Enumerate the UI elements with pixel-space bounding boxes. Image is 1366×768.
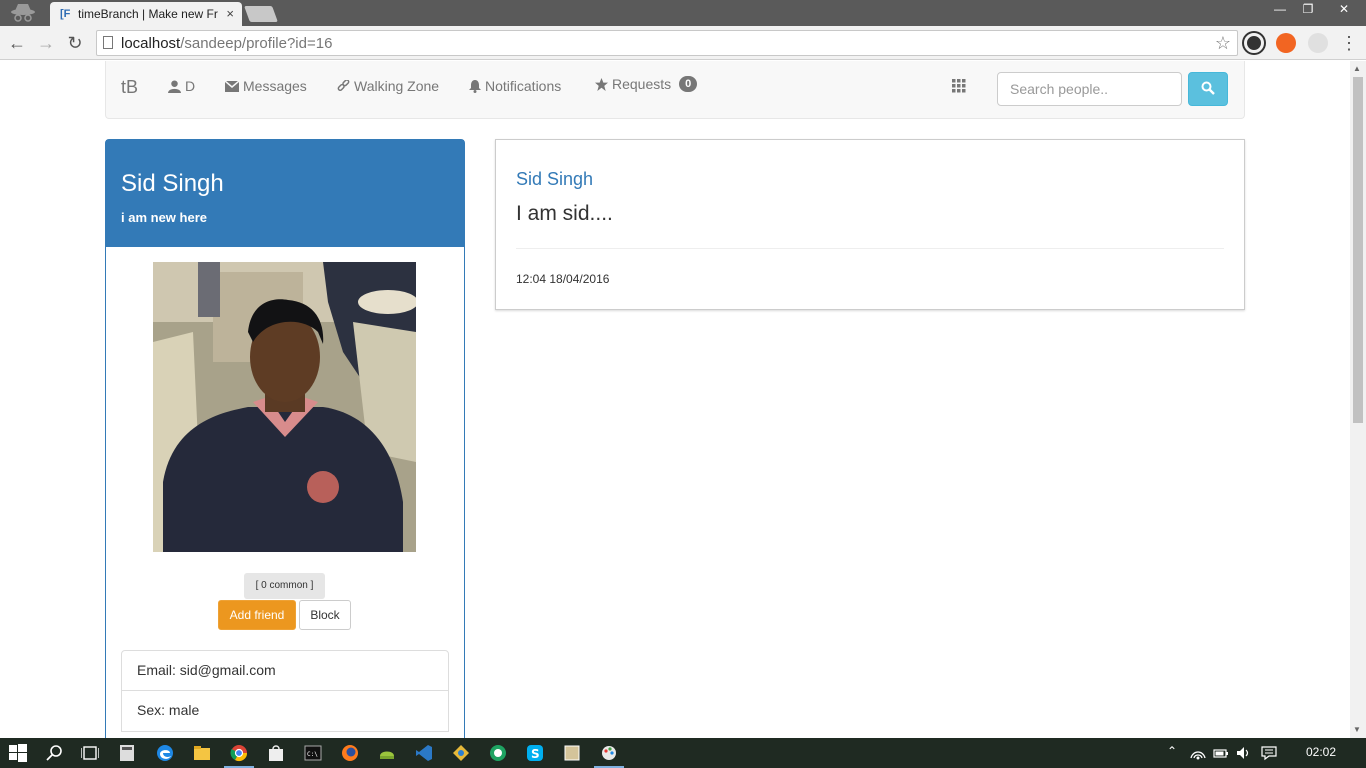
chrome-app-icon[interactable] xyxy=(489,744,507,762)
star-icon xyxy=(595,77,608,91)
browser-toolbar: ← → ↻ localhost/sandeep/profile?id=16 ☆ … xyxy=(0,26,1366,60)
nav-walking-zone[interactable]: Walking Zone xyxy=(337,78,439,94)
taskbar-clock[interactable]: 02:02 xyxy=(1306,745,1336,759)
post-text: I am sid.... xyxy=(516,202,613,225)
file-explorer-icon[interactable] xyxy=(193,744,211,762)
url-path: /sandeep/profile?id=16 xyxy=(180,35,333,52)
info-email: Email: sid@gmail.com xyxy=(121,650,449,691)
address-bar[interactable]: localhost/sandeep/profile?id=16 ☆ xyxy=(96,30,1238,56)
extension-gray-icon[interactable] xyxy=(1308,33,1328,53)
page-scrollbar[interactable]: ▲ ▼ xyxy=(1350,61,1366,738)
calculator-icon[interactable] xyxy=(118,744,136,762)
profile-panel: Sid Singh i am new here [ 0 common ] Add… xyxy=(105,139,465,738)
post-timestamp: 12:04 18/04/2016 xyxy=(516,272,610,286)
new-tab-button[interactable] xyxy=(244,6,278,22)
browser-titlebar: [F timeBranch | Make new Fr × — ❐ ✕ xyxy=(0,0,1366,26)
firefox-icon[interactable] xyxy=(341,744,359,762)
profile-status: i am new here xyxy=(121,210,207,225)
search-icon xyxy=(1201,81,1215,95)
tab-title: timeBranch | Make new Fr xyxy=(78,7,218,21)
paint-icon[interactable] xyxy=(600,744,618,762)
store-icon[interactable] xyxy=(267,744,285,762)
windows-taskbar: C:\ S ⌃ 02:02 xyxy=(0,738,1366,768)
scrollbar-thumb[interactable] xyxy=(1353,77,1363,423)
nav-messages[interactable]: Messages xyxy=(225,78,307,94)
info-sex: Sex: male xyxy=(121,691,449,732)
nav-walking-zone-label: Walking Zone xyxy=(354,78,440,94)
nav-requests-label: Requests xyxy=(612,76,672,92)
window-close-icon[interactable]: ✕ xyxy=(1322,0,1366,18)
forward-icon[interactable]: → xyxy=(35,32,57,54)
block-button[interactable]: Block xyxy=(299,600,351,630)
battery-icon[interactable] xyxy=(1213,744,1229,762)
post-author-link[interactable]: Sid Singh xyxy=(516,169,593,190)
common-friends-badge[interactable]: [ 0 common ] xyxy=(244,573,325,599)
post-divider xyxy=(516,248,1224,249)
volume-icon[interactable] xyxy=(1236,744,1252,762)
user-icon xyxy=(168,79,181,93)
profile-name: Sid Singh xyxy=(121,170,224,197)
search-taskbar-icon[interactable] xyxy=(46,744,64,762)
action-center-icon[interactable] xyxy=(1261,744,1277,762)
nav-user-label: D xyxy=(185,78,196,94)
envelope-icon xyxy=(225,80,239,92)
search-button[interactable] xyxy=(1188,72,1228,106)
sourcetree-icon[interactable] xyxy=(452,744,470,762)
nav-requests[interactable]: Requests 0 xyxy=(595,76,698,92)
wifi-icon[interactable] xyxy=(1190,744,1206,762)
browser-tab[interactable]: [F timeBranch | Make new Fr × xyxy=(50,2,242,26)
bell-icon xyxy=(469,79,481,93)
tray-chevron-icon[interactable]: ⌃ xyxy=(1167,744,1177,758)
minimize-icon[interactable]: — xyxy=(1266,0,1294,18)
site-navbar: tB D Messages Walking Zone Notifications… xyxy=(105,61,1245,119)
profile-header: Sid Singh i am new here xyxy=(106,140,464,247)
vscode-icon[interactable] xyxy=(415,744,433,762)
skype-icon[interactable]: S xyxy=(526,744,544,762)
nav-user[interactable]: D xyxy=(168,78,195,94)
android-studio-icon[interactable] xyxy=(378,744,396,762)
back-icon[interactable]: ← xyxy=(6,32,28,54)
edge-icon[interactable] xyxy=(156,744,174,762)
scroll-up-icon[interactable]: ▲ xyxy=(1353,64,1361,73)
brand-link[interactable]: tB xyxy=(121,77,138,98)
url-host: localhost xyxy=(121,35,181,52)
chrome-icon[interactable] xyxy=(230,744,248,762)
bookmark-star-icon[interactable]: ☆ xyxy=(1215,33,1231,54)
extension-orange-icon[interactable] xyxy=(1276,33,1296,53)
search-people-input[interactable] xyxy=(997,72,1182,106)
requests-count-badge: 0 xyxy=(679,76,698,92)
reload-icon[interactable]: ↻ xyxy=(64,32,86,54)
extension-sync-icon[interactable] xyxy=(1244,33,1264,53)
apps-grid-icon[interactable] xyxy=(952,79,966,93)
scroll-down-icon[interactable]: ▼ xyxy=(1353,725,1361,734)
link-icon xyxy=(337,79,350,91)
task-view-icon[interactable] xyxy=(81,744,99,762)
restore-icon[interactable]: ❐ xyxy=(1294,0,1322,18)
nav-messages-label: Messages xyxy=(243,78,307,94)
profile-info-list: Email: sid@gmail.com Sex: male xyxy=(121,650,449,732)
tab-favicon-icon: [F xyxy=(60,8,71,20)
nav-notifications[interactable]: Notifications xyxy=(469,78,561,94)
add-friend-button[interactable]: Add friend xyxy=(218,600,296,630)
web-page: tB D Messages Walking Zone Notifications… xyxy=(0,61,1350,738)
windows-start-icon[interactable] xyxy=(9,744,27,762)
url-text: localhost/sandeep/profile?id=16 xyxy=(121,35,332,52)
profile-photo xyxy=(153,262,416,552)
menu-icon[interactable]: ⋮ xyxy=(1338,32,1360,54)
post-card: Sid Singh I am sid.... 12:04 18/04/2016 xyxy=(495,139,1245,310)
notepad-icon[interactable] xyxy=(563,744,581,762)
nav-notifications-label: Notifications xyxy=(485,78,562,94)
svg-text:C:\: C:\ xyxy=(307,751,318,758)
terminal-icon[interactable]: C:\ xyxy=(304,744,322,762)
window-controls: — ❐ ✕ xyxy=(1266,0,1366,20)
page-icon xyxy=(103,36,113,49)
tab-close-icon[interactable]: × xyxy=(226,6,234,21)
svg-text:S: S xyxy=(531,747,540,761)
incognito-icon xyxy=(11,4,35,22)
